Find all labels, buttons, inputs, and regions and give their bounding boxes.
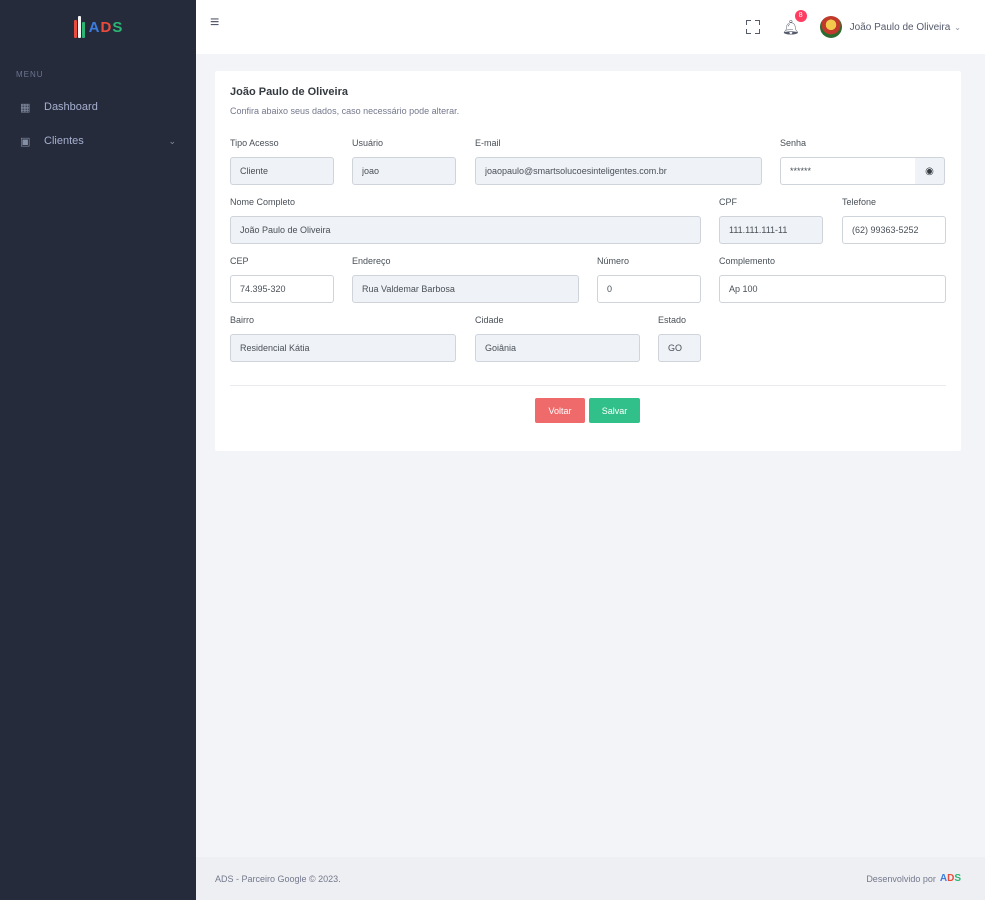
chevron-down-icon: ⌄ [168,135,176,146]
menu-title: MENU [16,70,44,79]
save-button[interactable]: Salvar [589,398,640,423]
logo-mark-icon [73,16,87,38]
topbar-actions: 🔔︎ 8 João Paulo de Oliveira ⌄ [745,0,961,54]
sidebar-item-dashboard[interactable]: ▦ Dashboard [0,90,196,124]
footer-developed-by: Desenvolvido por [866,873,936,884]
notification-badge: 8 [794,9,807,22]
clients-icon: ▣ [20,135,31,148]
telefone-label: Telefone [842,197,877,207]
footer-credit: Desenvolvido por A D S [866,873,961,884]
complemento-field[interactable] [719,275,946,303]
footer: ADS - Parceiro Google © 2023. Desenvolvi… [196,857,985,900]
telefone-field[interactable] [842,216,946,244]
profile-card: João Paulo de Oliveira Confira abaixo se… [215,71,961,451]
sidebar-item-label: Dashboard [44,101,98,113]
fullscreen-icon[interactable] [745,20,760,34]
endereco-label: Endereço [352,256,391,266]
endereco-field[interactable] [352,275,579,303]
bairro-label: Bairro [230,315,255,325]
numero-label: Número [597,256,630,266]
nome-field[interactable] [230,216,701,244]
usuario-label: Usuário [352,138,384,148]
cidade-label: Cidade [475,315,504,325]
user-menu-name[interactable]: João Paulo de Oliveira [850,22,951,33]
form-divider [230,385,946,386]
sidebar: A D S MENU ▦ Dashboard ▣ Clientes ⌄ [0,0,196,900]
estado-field[interactable] [658,334,701,362]
page-title: João Paulo de Oliveira [230,86,348,98]
complemento-label: Complemento [719,256,776,266]
senha-field[interactable] [780,157,916,185]
chevron-down-icon[interactable]: ⌄ [954,23,961,32]
nome-label: Nome Completo [230,197,296,207]
footer-logo[interactable]: A D S [940,873,961,884]
tipo-acesso-field[interactable] [230,157,334,185]
senha-label: Senha [780,138,807,148]
numero-field[interactable] [597,275,701,303]
footer-copyright: ADS - Parceiro Google © 2023. [215,873,341,884]
cep-label: CEP [230,256,249,266]
dashboard-icon: ▦ [20,101,31,114]
topbar: ≡ 🔔︎ 8 João Paulo de Oliveira ⌄ [196,0,985,54]
toggle-password-button[interactable]: ◉ [915,157,945,185]
sidebar-item-label: Clientes [44,135,84,147]
back-button[interactable]: Voltar [535,398,585,423]
usuario-field[interactable] [352,157,456,185]
tipo-acesso-label: Tipo Acesso [230,138,279,148]
cep-field[interactable] [230,275,334,303]
logo-wordmark: A D S [88,18,124,36]
notification-button[interactable]: 🔔︎ 8 [782,9,807,36]
estado-label: Estado [658,315,687,325]
hamburger-menu-icon[interactable]: ≡ [210,14,219,32]
page-subtitle: Confira abaixo seus dados, caso necessár… [230,106,460,116]
email-label: E-mail [475,138,501,148]
avatar[interactable] [819,16,842,38]
eye-icon: ◉ [925,165,934,177]
sidebar-item-clientes[interactable]: ▣ Clientes ⌄ [0,124,196,158]
cpf-label: CPF [719,197,737,207]
email-field[interactable] [475,157,762,185]
brand-logo[interactable]: A D S [0,0,196,50]
cidade-field[interactable] [475,334,640,362]
cpf-field[interactable] [719,216,823,244]
bairro-field[interactable] [230,334,456,362]
